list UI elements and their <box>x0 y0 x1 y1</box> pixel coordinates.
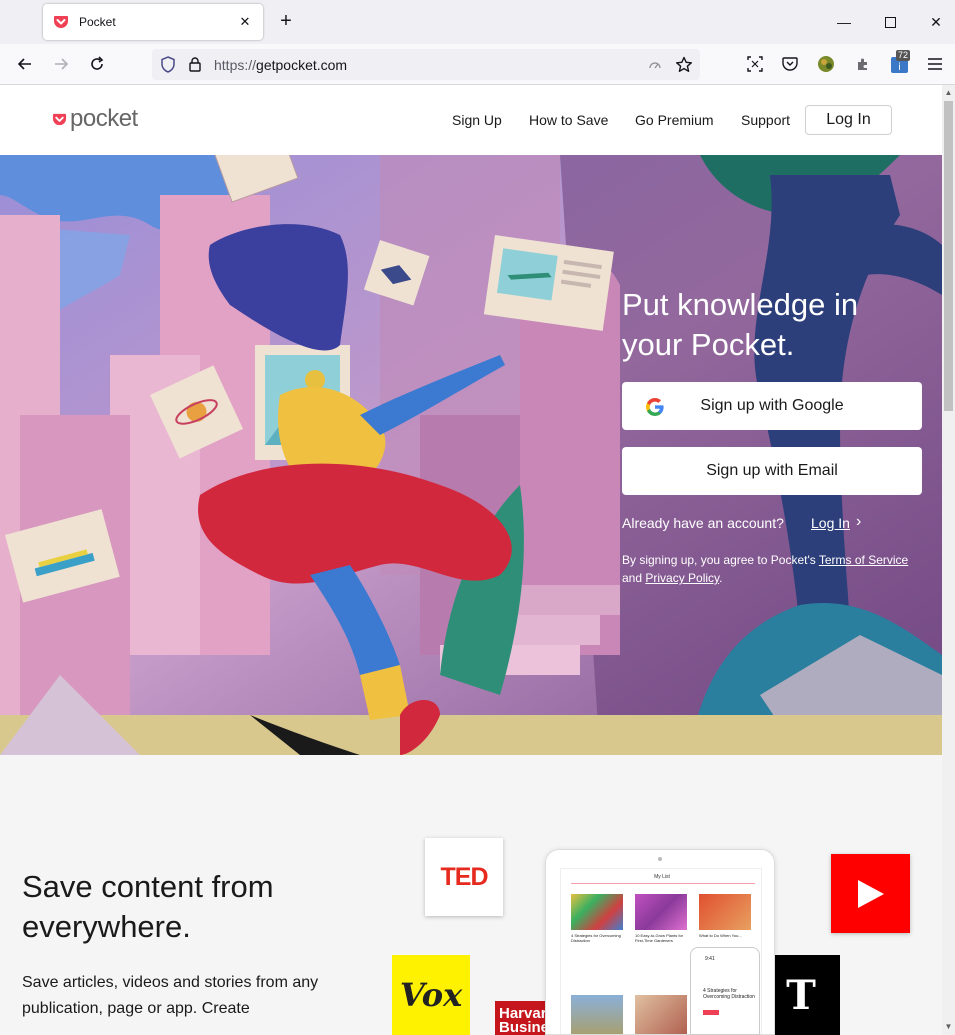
bookmark-star-icon[interactable] <box>675 56 693 74</box>
tab-title: Pocket <box>79 15 116 29</box>
privacy-policy-link[interactable]: Privacy Policy <box>645 571 719 585</box>
extension-badge-count: 72 <box>896 50 911 61</box>
card-image-3 <box>699 894 751 930</box>
save-content-title: Save content from everywhere. <box>22 869 274 944</box>
scroll-up-arrow-icon[interactable]: ▲ <box>942 85 955 101</box>
ted-logo: TED <box>425 838 503 916</box>
save-content-body: Save articles, videos and stories from a… <box>22 974 319 1017</box>
hero-login-link[interactable]: Log In <box>811 515 850 531</box>
scroll-down-arrow-icon[interactable]: ▼ <box>942 1019 955 1035</box>
google-button-label: Sign up with Google <box>700 397 844 414</box>
nav-sign-up[interactable]: Sign Up <box>452 112 502 128</box>
pocket-favicon-icon <box>54 16 68 28</box>
vox-logo: Vox <box>392 955 470 1035</box>
url-bar[interactable]: https://getpocket.com <box>152 49 700 80</box>
tablet-list-title: My List <box>654 874 670 880</box>
tab-pocket[interactable]: Pocket ✕ <box>43 4 263 40</box>
chevron-right-icon[interactable]: › <box>856 513 861 531</box>
already-account-text: Already have an account? <box>622 515 784 531</box>
card-title-2: 10 Easy-to-Grow Plants for First-Time Ga… <box>635 933 684 943</box>
svg-text:i: i <box>898 62 901 73</box>
nav-how-to-save[interactable]: How to Save <box>529 112 608 128</box>
hero-section: Put knowledge in your Pocket. Sign up wi… <box>0 155 942 755</box>
page-viewport: pocket Sign Up How to Save Go Premium Su… <box>0 85 942 1035</box>
card-image-5 <box>635 995 687 1034</box>
phone-card-title: 4 Strategies for Overcoming Distraction <box>703 988 755 1000</box>
play-icon <box>857 879 884 908</box>
google-logo-icon <box>646 398 664 416</box>
youtube-logo <box>831 854 910 933</box>
minimize-icon[interactable]: — <box>830 8 858 36</box>
sign-up-email-button[interactable]: Sign up with Email <box>622 447 922 495</box>
nav-go-premium[interactable]: Go Premium <box>635 112 714 128</box>
extension-badge-icon[interactable]: i 72 <box>887 50 913 77</box>
card-image-4 <box>571 995 623 1034</box>
back-icon[interactable] <box>12 51 38 77</box>
extensions-puzzle-icon[interactable] <box>850 51 876 77</box>
phone-mockup: 9:41 4 Strategies for Overcoming Distrac… <box>690 947 760 1035</box>
phone-time: 9:41 <box>705 956 715 962</box>
close-tab-icon[interactable]: ✕ <box>235 12 255 32</box>
reader-view-icon[interactable] <box>648 59 662 71</box>
nav-support[interactable]: Support <box>741 112 790 128</box>
scrollbar-thumb[interactable] <box>944 101 953 411</box>
save-content-section: Save content from everywhere. Save artic… <box>0 755 942 1035</box>
card-title-1: 4 Strategies for Overcoming Distraction <box>571 933 621 943</box>
tracking-protection-icon[interactable] <box>160 56 176 73</box>
screenshot-icon[interactable] <box>742 51 768 77</box>
email-button-label: Sign up with Email <box>706 462 838 479</box>
lock-icon[interactable] <box>188 56 202 72</box>
pocket-save-icon[interactable] <box>777 51 803 77</box>
profile-avatar-icon[interactable] <box>813 51 839 77</box>
page-scrollbar[interactable]: ▲ ▼ <box>942 85 955 1035</box>
pocket-logo[interactable]: pocket <box>52 105 138 133</box>
url-text: https://getpocket.com <box>214 57 348 73</box>
tab-strip: Pocket ✕ + — ✕ <box>0 0 955 44</box>
forward-icon[interactable] <box>48 51 74 77</box>
close-window-icon[interactable]: ✕ <box>922 8 950 36</box>
tablet-camera <box>658 857 662 861</box>
hero-title: Put knowledge in your Pocket. <box>622 287 859 362</box>
card-title-3: What to Do When You... <box>699 933 742 938</box>
card-image-1 <box>571 894 623 930</box>
header-login-button[interactable]: Log In <box>805 105 892 135</box>
legal-text: By signing up, you agree to Pocket's Ter… <box>622 553 909 585</box>
maximize-icon[interactable] <box>876 8 904 36</box>
site-header: pocket Sign Up How to Save Go Premium Su… <box>0 85 942 155</box>
pocket-logo-icon <box>52 113 67 125</box>
navigation-toolbar: https://getpocket.com i 72 <box>0 44 955 85</box>
card-image-2 <box>635 894 687 930</box>
reload-icon[interactable] <box>84 51 110 77</box>
terms-of-service-link[interactable]: Terms of Service <box>819 553 908 567</box>
logo-wordmark: pocket <box>70 105 138 132</box>
hamburger-menu-icon[interactable] <box>922 51 948 77</box>
new-tab-icon[interactable]: + <box>276 11 296 32</box>
sign-up-google-button[interactable]: Sign up with Google <box>622 382 922 430</box>
